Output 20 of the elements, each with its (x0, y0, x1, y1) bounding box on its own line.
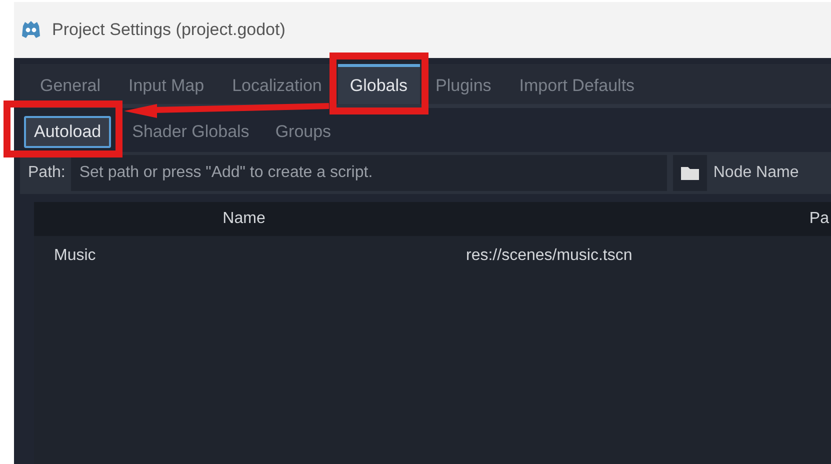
node-name-label: Node Name (713, 164, 799, 182)
subtab[interactable]: Groups (266, 117, 340, 147)
column-header: Pa (808, 209, 829, 229)
tab[interactable]: Plugins (424, 64, 504, 104)
path-field[interactable]: Set path or press "Add" to create a script. (71, 155, 668, 191)
tab[interactable]: General (28, 64, 112, 104)
subtab[interactable]: Autoload (24, 116, 112, 148)
window-title: Project Settings (project.godot) (52, 20, 286, 40)
subtab[interactable]: Shader Globals (123, 117, 258, 147)
path-label: Path: (28, 164, 66, 182)
robot-logo-icon (20, 20, 42, 40)
tab[interactable]: Input Map (116, 64, 216, 104)
folder-button[interactable] (673, 155, 708, 191)
tab[interactable]: Import Defaults (507, 64, 647, 104)
tab[interactable]: Localization (220, 64, 334, 104)
table-cell-text: Music (53, 246, 97, 266)
column-header: Name (222, 209, 266, 229)
tab[interactable]: Globals (338, 64, 420, 104)
folder-icon (681, 166, 700, 180)
table-cell-text: res://scenes/music.tscn (465, 246, 634, 266)
